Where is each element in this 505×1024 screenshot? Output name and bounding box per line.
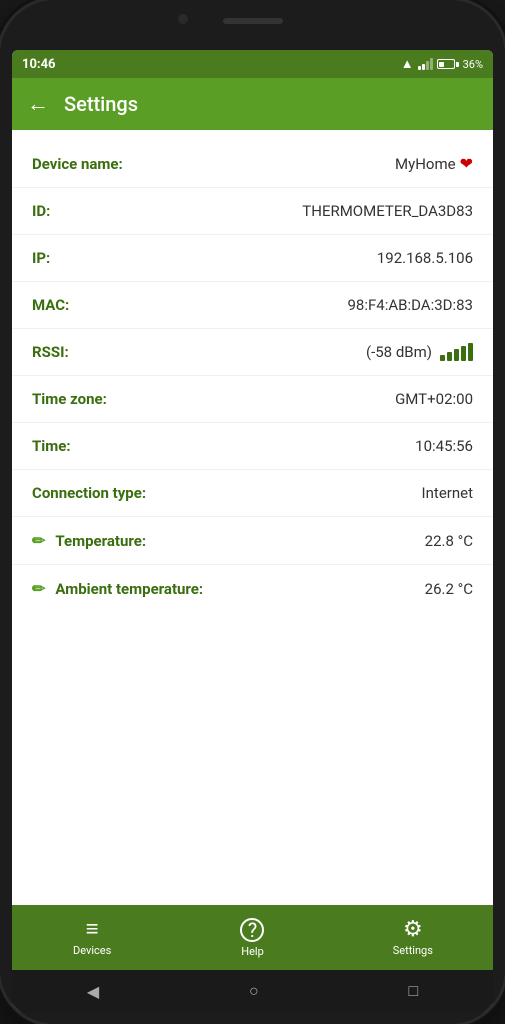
rssi-value: (-58 dBm): [366, 343, 473, 361]
help-icon: ?: [240, 918, 264, 942]
nav-help[interactable]: ? Help: [172, 910, 332, 966]
mac-label: MAC:: [32, 296, 69, 314]
devices-label: Devices: [73, 944, 111, 957]
battery-icon: [437, 59, 459, 69]
bottom-nav: ≡ Devices ? Help ⚙ Settings: [12, 905, 493, 970]
devices-icon: ≡: [86, 919, 99, 941]
mac-value: 98:F4:AB:DA:3D:83: [348, 296, 474, 314]
android-nav: ◀ ○ □: [12, 970, 493, 1012]
help-label: Help: [241, 945, 264, 958]
android-recent-button[interactable]: □: [408, 981, 418, 1001]
pencil-icon-2: ✏: [32, 579, 45, 598]
app-header: ← Settings: [12, 78, 493, 130]
signal-icon: [418, 58, 433, 70]
ip-label: IP:: [32, 249, 50, 267]
back-button[interactable]: ←: [27, 91, 49, 117]
android-home-button[interactable]: ○: [249, 981, 259, 1001]
device-name-value: MyHome ❤: [395, 154, 473, 173]
time-label: Time:: [32, 437, 71, 455]
ambient-temperature-value: 26.2 °C: [425, 580, 473, 598]
temperature-label: ✏ Temperature:: [32, 531, 146, 550]
rssi-label: RSSI:: [32, 343, 69, 361]
nav-devices[interactable]: ≡ Devices: [12, 911, 172, 965]
rssi-signal-bars: [440, 343, 473, 361]
timezone-value: GMT+02:00: [395, 390, 473, 408]
device-id-value: THERMOMETER_DA3D83: [302, 202, 473, 220]
settings-label: Settings: [393, 944, 433, 957]
battery-percent: 36%: [463, 58, 483, 71]
camera: [178, 14, 188, 24]
android-back-button[interactable]: ◀: [87, 982, 99, 1001]
nav-settings[interactable]: ⚙ Settings: [333, 911, 493, 965]
page-title: Settings: [64, 92, 138, 116]
wifi-icon: ▲: [401, 56, 414, 72]
screen: 10:46 ▲ 36%: [12, 50, 493, 1012]
timezone-row: Time zone: GMT+02:00: [12, 376, 493, 423]
status-icons: ▲ 36%: [401, 56, 483, 72]
settings-icon: ⚙: [403, 919, 423, 941]
settings-content: Device name: MyHome ❤ ID: THERMOMETER_DA…: [12, 130, 493, 905]
device-name-label: Device name:: [32, 155, 123, 173]
time-row: Time: 10:45:56: [12, 423, 493, 470]
ip-value: 192.168.5.106: [377, 249, 473, 267]
status-bar: 10:46 ▲ 36%: [12, 50, 493, 78]
phone-frame: 10:46 ▲ 36%: [0, 0, 505, 1024]
pencil-icon: ✏: [32, 531, 45, 550]
ambient-temperature-label: ✏ Ambient temperature:: [32, 579, 203, 598]
ambient-temperature-row[interactable]: ✏ Ambient temperature: 26.2 °C: [12, 565, 493, 612]
connection-type-value: Internet: [422, 484, 473, 502]
timezone-label: Time zone:: [32, 390, 107, 408]
status-time: 10:46: [22, 57, 56, 72]
ip-row: IP: 192.168.5.106: [12, 235, 493, 282]
mac-row: MAC: 98:F4:AB:DA:3D:83: [12, 282, 493, 329]
rssi-row: RSSI: (-58 dBm): [12, 329, 493, 376]
time-value: 10:45:56: [415, 437, 473, 455]
temperature-value: 22.8 °C: [425, 532, 473, 550]
temperature-row[interactable]: ✏ Temperature: 22.8 °C: [12, 517, 493, 565]
device-id-row: ID: THERMOMETER_DA3D83: [12, 188, 493, 235]
heart-icon: ❤: [460, 154, 473, 173]
connection-type-label: Connection type:: [32, 484, 146, 502]
device-id-label: ID:: [32, 202, 50, 220]
connection-type-row: Connection type: Internet: [12, 470, 493, 517]
device-name-row: Device name: MyHome ❤: [12, 140, 493, 188]
